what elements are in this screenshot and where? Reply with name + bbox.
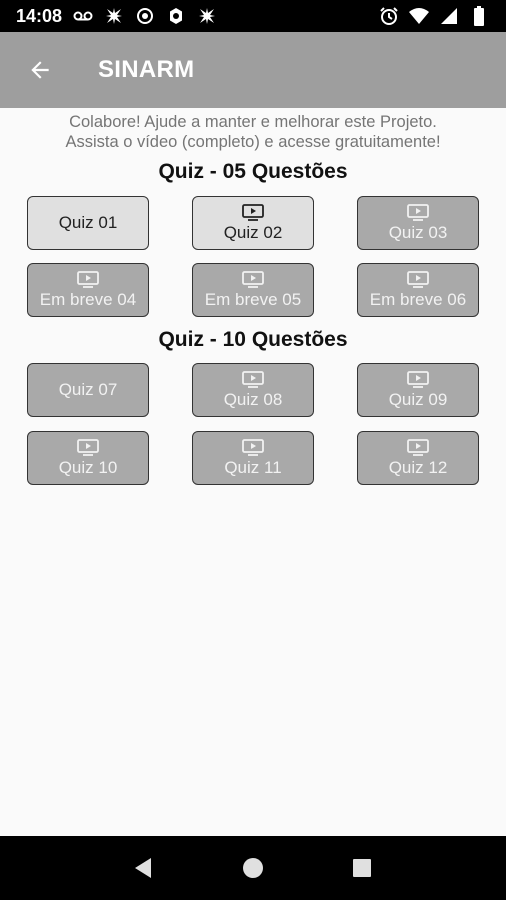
quiz-button-label: Em breve 05	[204, 289, 302, 309]
quiz-button-label: Quiz 08	[223, 389, 283, 409]
video-play-icon	[242, 203, 264, 221]
recents-square-icon	[352, 859, 371, 877]
arrow-left-icon	[31, 61, 49, 79]
section-title-10: Quiz - 10 Questões	[158, 328, 348, 351]
notice-line-2: Assista o vídeo (completo) e acesse grat…	[65, 133, 441, 151]
quiz-button-07[interactable]: Quiz 07	[27, 363, 149, 417]
status-bar: 14:08	[0, 0, 506, 32]
voicemail-icon	[72, 5, 94, 27]
quiz-button-12[interactable]: Quiz 12	[357, 431, 479, 485]
video-play-icon	[407, 270, 429, 288]
app-icon-2	[196, 5, 218, 27]
status-time: 14:08	[16, 5, 63, 26]
page-title: SINARM	[98, 56, 195, 83]
quiz-button-09[interactable]: Quiz 09	[357, 363, 479, 417]
video-play-icon	[242, 438, 264, 456]
quiz-button-01[interactable]: Quiz 01	[27, 196, 149, 250]
quiz-button-label: Em breve 04	[39, 289, 137, 309]
signal-icon	[438, 5, 460, 27]
app-icon	[103, 5, 125, 27]
alarm-icon	[378, 5, 400, 27]
section-title-05: Quiz - 05 Questões	[158, 160, 348, 183]
video-play-icon	[242, 270, 264, 288]
quiz-button-10[interactable]: Quiz 10	[27, 431, 149, 485]
quiz-button-label: Quiz 07	[58, 380, 118, 399]
quiz-button-11[interactable]: Quiz 11	[192, 431, 314, 485]
wifi-icon	[408, 5, 430, 27]
quiz-button-label: Quiz 10	[58, 457, 118, 477]
app-bar: SINARM	[0, 32, 506, 108]
notice-line-1: Colabore! Ajude a manter e melhorar este…	[69, 113, 437, 131]
video-play-icon	[407, 203, 429, 221]
settings-icon	[165, 5, 187, 27]
quiz-button-03[interactable]: Quiz 03	[357, 196, 479, 250]
quiz-button-02[interactable]: Quiz 02	[192, 196, 314, 250]
video-play-icon	[407, 370, 429, 388]
quiz-button-06[interactable]: Em breve 06	[357, 263, 479, 317]
quiz-button-label: Quiz 11	[224, 457, 282, 477]
quiz-button-label: Em breve 06	[369, 289, 467, 309]
nav-home-button[interactable]	[235, 850, 271, 886]
nav-recents-button[interactable]	[344, 850, 380, 886]
record-icon	[134, 5, 156, 27]
quiz-button-label: Quiz 09	[388, 389, 448, 409]
quiz-button-label: Quiz 01	[58, 213, 118, 232]
video-play-icon	[77, 270, 99, 288]
quiz-button-08[interactable]: Quiz 08	[192, 363, 314, 417]
status-right-icons	[378, 5, 490, 27]
video-play-icon	[242, 370, 264, 388]
back-button[interactable]	[20, 50, 60, 90]
quiz-button-04[interactable]: Em breve 04	[27, 263, 149, 317]
support-notice: Colabore! Ajude a manter e melhorar este…	[0, 112, 506, 152]
nav-back-button[interactable]	[126, 850, 162, 886]
quiz-button-05[interactable]: Em breve 05	[192, 263, 314, 317]
video-play-icon	[77, 438, 99, 456]
system-nav-bar	[0, 836, 506, 900]
home-circle-icon	[242, 858, 263, 878]
back-triangle-icon	[135, 858, 152, 878]
video-play-icon	[407, 438, 429, 456]
quiz-button-label: Quiz 12	[388, 457, 448, 477]
quiz-button-label: Quiz 02	[223, 222, 283, 242]
battery-icon	[468, 5, 490, 27]
quiz-button-label: Quiz 03	[388, 222, 448, 242]
status-left-icons	[72, 5, 218, 27]
